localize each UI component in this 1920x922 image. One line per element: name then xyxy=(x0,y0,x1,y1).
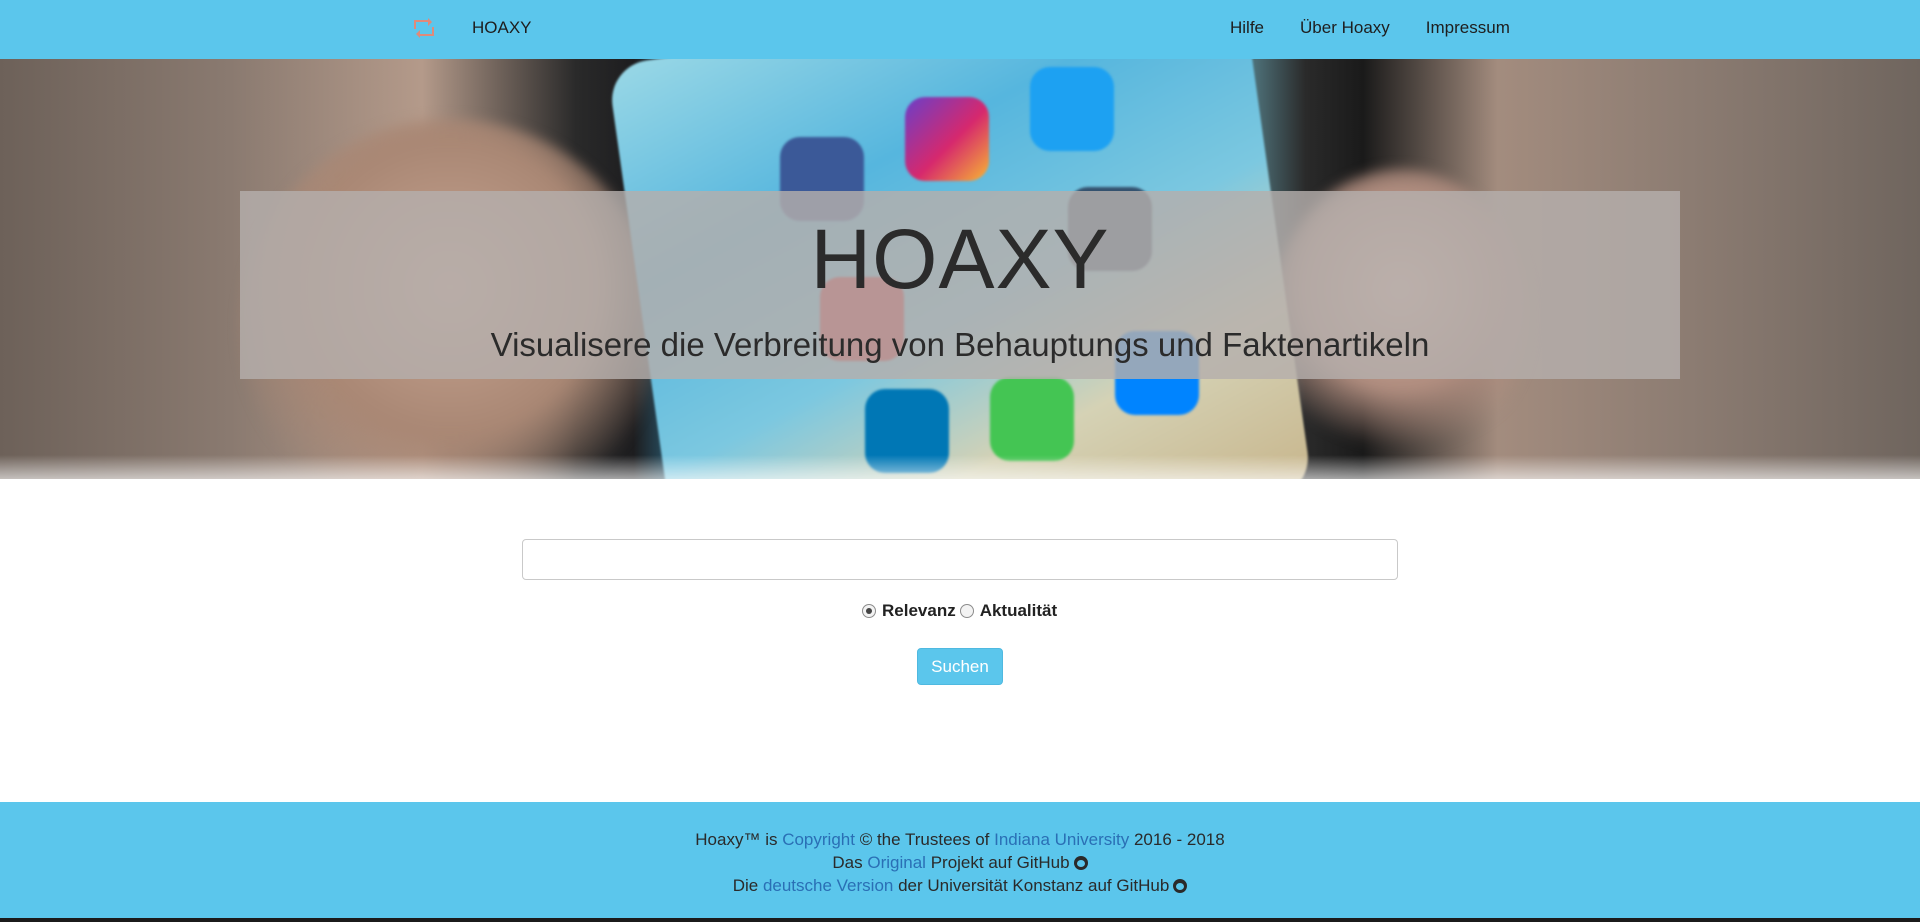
brand-link[interactable]: HOAXY xyxy=(472,18,532,38)
search-button[interactable]: Suchen xyxy=(917,648,1003,685)
nav-link-impressum[interactable]: Impressum xyxy=(1426,18,1510,38)
nav-links: Hilfe Über Hoaxy Impressum xyxy=(1230,18,1546,38)
copyright-link[interactable]: Copyright xyxy=(782,830,855,849)
retweet-icon[interactable] xyxy=(412,17,436,39)
footer: Hoaxy™ is Copyright © the Trustees of In… xyxy=(0,802,1920,922)
original-link[interactable]: Original xyxy=(867,853,926,872)
github-icon xyxy=(1173,879,1188,893)
footer-text: Hoaxy™ is xyxy=(695,830,783,849)
footer-text: Das xyxy=(832,853,868,872)
radio-label-relevanz: Relevanz xyxy=(882,601,956,620)
sort-options: Relevanz Aktualität xyxy=(862,601,1061,621)
window-bottom-edge xyxy=(0,918,1920,922)
nav-link-ueber-hoaxy[interactable]: Über Hoaxy xyxy=(1300,18,1390,38)
top-navbar: HOAXY Hilfe Über Hoaxy Impressum xyxy=(0,0,1920,59)
footer-text: © the Trustees of xyxy=(854,830,995,849)
footer-text: Die xyxy=(732,876,763,895)
footer-german-version-line: Die deutsche Version der Universität Kon… xyxy=(0,876,1920,896)
german-version-link[interactable]: deutsche Version xyxy=(763,876,893,895)
footer-text: 2016 - 2018 xyxy=(1129,830,1225,849)
radio-aktualitaet[interactable] xyxy=(959,604,974,618)
footer-text: Projekt auf GitHub xyxy=(925,853,1070,872)
hero-title: HOAXY xyxy=(810,212,1110,306)
footer-text: der Universität Konstanz auf GitHub xyxy=(893,876,1170,895)
hero-panel: HOAXY Visualisere die Verbreitung von Be… xyxy=(240,191,1680,379)
footer-original-line: Das Original Projekt auf GitHub xyxy=(0,853,1920,873)
nav-link-hilfe[interactable]: Hilfe xyxy=(1230,18,1264,38)
hero-subtitle: Visualisere die Verbreitung von Behauptu… xyxy=(490,326,1430,363)
twitter-app-icon xyxy=(1030,67,1114,151)
instagram-app-icon xyxy=(905,97,989,181)
whatsapp-app-icon xyxy=(990,377,1074,461)
search-input[interactable] xyxy=(522,539,1398,580)
radio-relevanz[interactable] xyxy=(862,604,876,618)
radio-label-aktualitaet: Aktualität xyxy=(979,601,1058,620)
footer-copyright-line: Hoaxy™ is Copyright © the Trustees of In… xyxy=(0,830,1920,850)
hero-fade xyxy=(0,455,1920,479)
github-icon xyxy=(1073,856,1088,870)
indiana-university-link[interactable]: Indiana University xyxy=(994,830,1129,849)
